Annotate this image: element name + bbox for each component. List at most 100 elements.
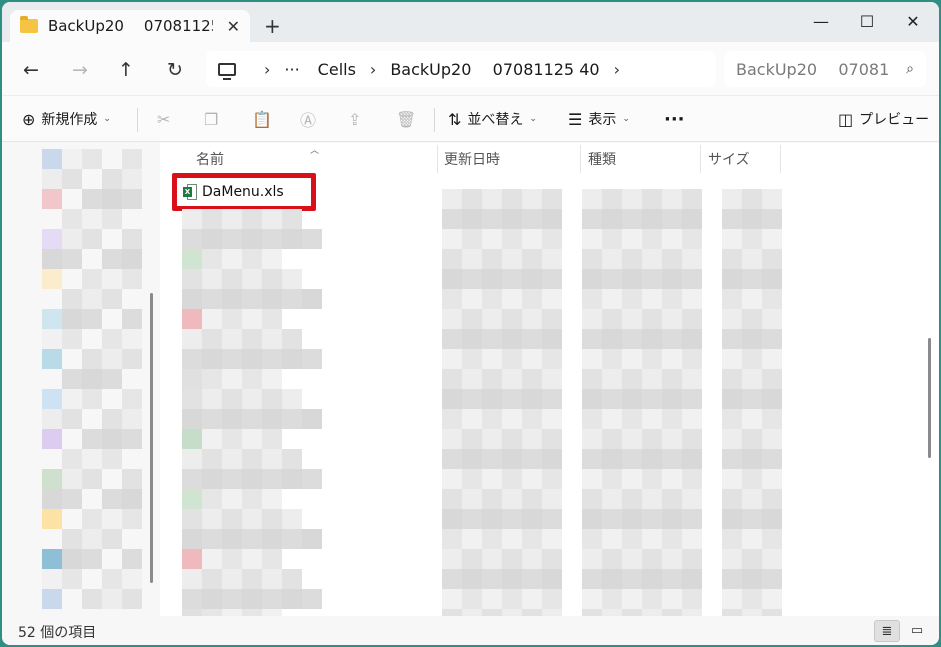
obscured-block: [742, 589, 762, 609]
preview-button[interactable]: ◫ プレビュー: [838, 106, 929, 132]
obscured-block: [722, 269, 742, 289]
search-icon[interactable]: ⌕: [906, 61, 914, 77]
obscured-block: [482, 229, 502, 249]
obscured-block: [262, 229, 282, 249]
obscured-block: [762, 489, 782, 509]
tab-close-icon[interactable]: ✕: [227, 17, 240, 36]
column-divider[interactable]: [780, 145, 781, 173]
close-window-button[interactable]: ✕: [890, 10, 936, 34]
more-options-button[interactable]: ···: [664, 106, 685, 132]
chevron-right-icon[interactable]: ›: [264, 60, 270, 79]
obscured-block: [762, 569, 782, 589]
minimize-button[interactable]: —: [798, 10, 844, 34]
obscured-block: [482, 309, 502, 329]
obscured-block: [482, 569, 502, 589]
obscured-block: [762, 589, 782, 609]
obscured-block: [442, 209, 462, 229]
back-button[interactable]: ←: [17, 56, 45, 84]
column-header-modified[interactable]: 更新日時: [444, 149, 500, 169]
obscured-block: [602, 449, 622, 469]
rename-button[interactable]: Ⓐ: [300, 106, 322, 132]
maximize-button[interactable]: ☐: [844, 10, 890, 34]
details-view-button[interactable]: ≣: [874, 620, 900, 642]
file-list[interactable]: ︿ 名前 更新日時 種類 サイズ X DaMenu.xls: [160, 143, 939, 645]
share-button[interactable]: ⇪: [348, 106, 367, 132]
refresh-button[interactable]: ↻: [161, 56, 189, 84]
obscured-block: [62, 229, 82, 249]
obscured-block: [642, 449, 662, 469]
chevron-right-icon[interactable]: ›: [370, 60, 376, 79]
obscured-block: [622, 189, 642, 209]
obscured-block: [762, 289, 782, 309]
address-bar[interactable]: › ··· Cells › BackUp20 07081125 40 ›: [206, 51, 716, 87]
file-row-damenu[interactable]: X DaMenu.xls: [172, 173, 316, 211]
up-button[interactable]: ↑: [112, 56, 140, 84]
obscured-block: [202, 529, 222, 549]
monitor-icon[interactable]: [218, 62, 236, 80]
sort-icon: ⇅: [448, 109, 462, 129]
delete-button[interactable]: 🗑: [396, 106, 422, 132]
file-list-scrollbar[interactable]: [928, 338, 931, 458]
clipboard-icon: 📋: [252, 109, 272, 129]
obscured-block: [582, 429, 602, 449]
obscured-block: [462, 589, 482, 609]
obscured-block: [182, 589, 202, 609]
column-divider[interactable]: [700, 145, 701, 173]
column-divider[interactable]: [437, 145, 438, 173]
navigation-pane[interactable]: [2, 143, 160, 616]
obscured-block: [502, 409, 522, 429]
obscured-block: [602, 429, 622, 449]
obscured-block: [582, 529, 602, 549]
obscured-block: [42, 329, 62, 349]
forward-button[interactable]: →: [66, 56, 94, 84]
sidebar-scrollbar[interactable]: [150, 293, 153, 583]
obscured-block: [442, 569, 462, 589]
obscured-block: [742, 189, 762, 209]
obscured-block: [62, 309, 82, 329]
obscured-block: [42, 389, 62, 409]
search-input[interactable]: BackUp20 07081 ⌕: [724, 51, 926, 87]
folder-icon: [20, 16, 38, 33]
obscured-block: [762, 549, 782, 569]
new-button[interactable]: ⊕ 新規作成 ⌄: [22, 106, 111, 132]
obscured-block: [282, 349, 302, 369]
cut-button[interactable]: ✂: [157, 106, 176, 132]
obscured-block: [642, 209, 662, 229]
new-tab-button[interactable]: +: [264, 16, 281, 36]
paste-button[interactable]: 📋: [252, 106, 278, 132]
obscured-block: [262, 309, 282, 329]
obscured-block: [682, 449, 702, 469]
obscured-block: [282, 469, 302, 489]
obscured-block: [62, 249, 82, 269]
obscured-block: [622, 589, 642, 609]
obscured-block: [482, 509, 502, 529]
obscured-block: [242, 569, 262, 589]
obscured-block: [262, 269, 282, 289]
obscured-block: [462, 409, 482, 429]
view-button[interactable]: ☰ 表示 ⌄: [568, 106, 630, 132]
obscured-block: [742, 349, 762, 369]
breadcrumb-backup-folder[interactable]: BackUp20 07081125 40: [390, 60, 599, 79]
chevron-right-icon[interactable]: ›: [614, 60, 620, 79]
column-divider[interactable]: [580, 145, 581, 173]
obscured-block: [122, 349, 142, 369]
obscured-block: [742, 209, 762, 229]
obscured-block: [522, 349, 542, 369]
obscured-block: [462, 349, 482, 369]
address-overflow[interactable]: ···: [284, 60, 299, 79]
obscured-block: [82, 389, 102, 409]
sort-button[interactable]: ⇅ 並べ替え ⌄: [448, 106, 537, 132]
column-header-type[interactable]: 種類: [588, 149, 616, 169]
tab-current-folder[interactable]: BackUp20 07081125400 ✕: [10, 10, 250, 42]
column-header-name[interactable]: 名前: [196, 149, 224, 169]
address-row: ← → ↑ ↻ › ··· Cells › BackUp20 07081125 …: [2, 42, 939, 96]
obscured-block: [522, 229, 542, 249]
breadcrumb-cells[interactable]: Cells: [318, 60, 356, 79]
column-header-size[interactable]: サイズ: [708, 149, 750, 169]
toolbar-divider: [137, 108, 138, 132]
obscured-block: [742, 309, 762, 329]
copy-button[interactable]: ❐: [204, 106, 224, 132]
obscured-block: [222, 489, 242, 509]
obscured-block: [542, 469, 562, 489]
tiles-view-button[interactable]: ▭: [904, 620, 930, 642]
